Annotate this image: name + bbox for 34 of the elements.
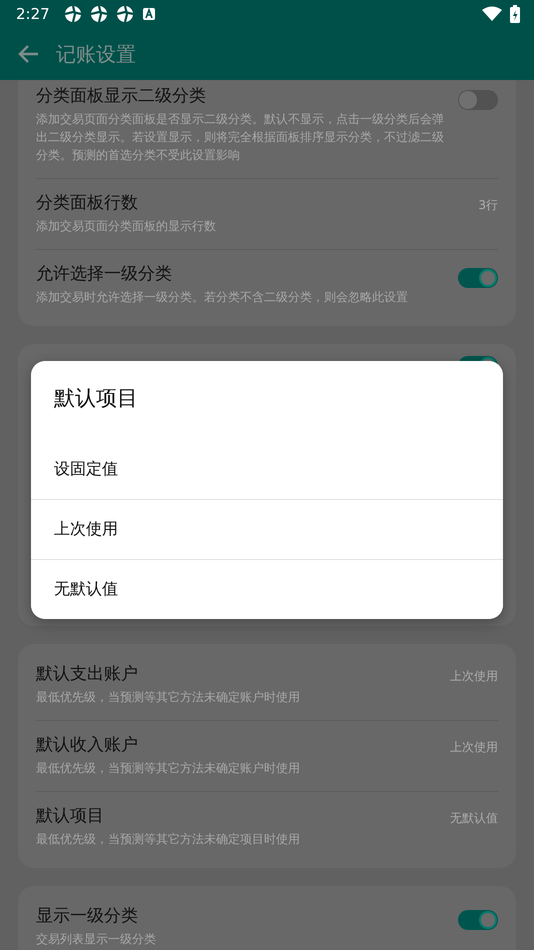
wifi-icon (482, 6, 502, 22)
app-notification-icon (90, 5, 108, 23)
battery-icon (510, 5, 520, 23)
setting-title[interactable]: 默认支出账户 (36, 662, 438, 686)
setting-title[interactable]: 允许选择一级分类 (36, 262, 446, 286)
setting-value: 3行 (478, 197, 498, 214)
app-notification-icon (116, 5, 134, 23)
setting-value: 上次使用 (450, 668, 498, 685)
dialog-option[interactable]: 设固定值 (31, 439, 503, 499)
setting-description: 最低优先级，当预测等其它方法未确定账户时使用 (36, 689, 301, 706)
status-time: 2:27 (16, 5, 50, 23)
keyboard-icon (142, 7, 156, 21)
dialog-option[interactable]: 上次使用 (31, 499, 503, 559)
setting-value: 无默认值 (450, 810, 498, 827)
page-title: 记账设置 (56, 40, 136, 68)
setting-description: 添加交易页面分类面板是否显示二级分类。默认不显示，点击一级分类后会弹出二级分类显示。若设置显示，则将完全根据面板排序显示分类，不过滤二级分类。预测的首选分类不受此设置影响 (36, 111, 445, 164)
setting-value: 上次使用 (450, 739, 498, 756)
toggle-switch[interactable] (458, 90, 498, 110)
setting-description: 最低优先级，当预测等其它方法未确定账户时使用 (36, 760, 301, 777)
dialog-option[interactable]: 无默认值 (31, 559, 503, 619)
toggle-switch[interactable] (458, 910, 498, 930)
setting-title[interactable]: 默认项目 (36, 804, 438, 828)
back-arrow-icon[interactable] (18, 43, 40, 65)
setting-title[interactable]: 分类面板显示二级分类 (36, 84, 446, 108)
setting-description: 添加交易时允许选择一级分类。若分类不含二级分类，则会忽略此设置 (36, 289, 409, 306)
setting-description: 最低优先级，当预测等其它方法未确定项目时使用 (36, 831, 301, 848)
dialog-title: 默认项目 (54, 385, 138, 412)
setting-title[interactable]: 分类面板行数 (36, 191, 466, 215)
app-notification-icon (64, 5, 82, 23)
setting-title[interactable]: 显示一级分类 (36, 904, 446, 928)
toggle-switch[interactable] (458, 268, 498, 288)
setting-title[interactable]: 默认收入账户 (36, 733, 438, 757)
setting-description: 交易列表显示一级分类 (36, 931, 157, 948)
setting-description: 添加交易页面分类面板的显示行数 (36, 218, 217, 235)
